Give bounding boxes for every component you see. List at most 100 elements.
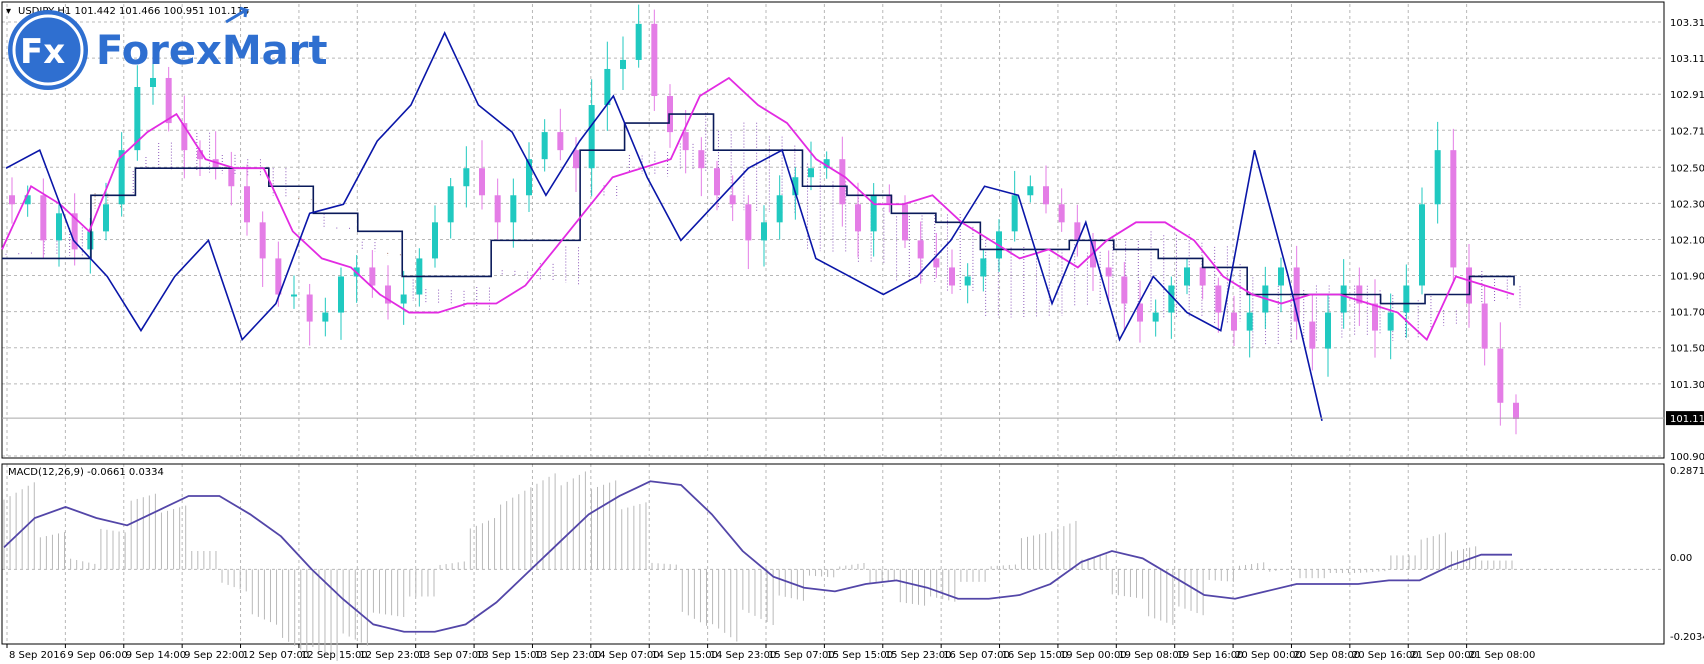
candle-bear (949, 267, 955, 286)
candle-bull (400, 294, 407, 304)
macd-label: MACD(12,26,9) -0.0661 0.0334 (8, 467, 164, 478)
candle-bull (447, 186, 454, 223)
y-tick-label: 101.905 (1670, 272, 1704, 283)
candle-bull (1246, 312, 1253, 331)
candle-bull (635, 23, 642, 60)
candle-bull (761, 222, 767, 241)
candle-bear (745, 204, 752, 241)
y-tick-label: 102.305 (1670, 199, 1704, 210)
candle-bear (855, 204, 861, 232)
candle-bear (1372, 303, 1378, 331)
y-tick-label: 102.105 (1670, 235, 1704, 246)
candle-bull (1403, 285, 1410, 313)
candle-bear (573, 150, 579, 169)
candle-bull (1152, 312, 1159, 322)
candle-bear (275, 258, 282, 295)
candle-bear (1105, 267, 1112, 277)
candle-bull (808, 168, 814, 178)
candle-bear (9, 195, 15, 205)
macd-axis-bottom: -0.2034 (1670, 632, 1704, 643)
y-tick-label: 103.310 (1670, 18, 1704, 29)
candle-bear (1497, 348, 1504, 403)
caret-icon[interactable]: ▾ (6, 6, 11, 17)
candle-bear (306, 294, 313, 322)
candle-bull (964, 276, 971, 286)
macd-axis-top: 0.2871 (1670, 466, 1704, 477)
candle-bull (150, 77, 156, 88)
candle-bear (165, 77, 172, 124)
candle-bear (839, 159, 846, 205)
candle-bull (1419, 204, 1425, 286)
candle-bear (651, 23, 658, 97)
candle-bull (1325, 312, 1331, 349)
candle-bear (698, 150, 705, 169)
x-tick-label: 13 Sep 07:00 (418, 650, 485, 661)
x-tick-label: 15 Sep 15:00 (826, 650, 893, 661)
y-tick-label: 101.305 (1670, 380, 1704, 391)
candle-bull (1278, 267, 1284, 286)
y-tick-label: 102.710 (1670, 126, 1704, 137)
x-tick-label: 19 Sep 00:00 (1060, 650, 1127, 661)
candle-bear (1121, 276, 1128, 304)
x-tick-label: 21 Sep 00:00 (1410, 650, 1477, 661)
candle-bull (604, 68, 611, 106)
x-tick-label: 15 Sep 07:00 (768, 650, 835, 661)
x-tick-label: 12 Sep 15:00 (301, 650, 368, 661)
candle-bear (259, 222, 266, 259)
candle-bear (1231, 312, 1237, 331)
y-tick-label: 101.705 (1670, 308, 1704, 319)
x-tick-label: 14 Sep 15:00 (651, 650, 718, 661)
candle-bull (1434, 150, 1441, 205)
x-tick-label: 16 Sep 15:00 (1002, 650, 1069, 661)
y-tick-label: 102.910 (1670, 90, 1704, 101)
candle-bull (980, 258, 987, 277)
candle-bear (1199, 267, 1206, 286)
candle-bear (917, 240, 924, 259)
candle-bull (620, 59, 626, 69)
chart-canvas: 101.115 103.310 103.110 102.910 102.710 102.… (0, 0, 1704, 664)
x-tick-label: 20 Sep 08:00 (1293, 650, 1360, 661)
candle-bear (1481, 303, 1488, 349)
x-tick-label: 20 Sep 16:00 (1352, 650, 1419, 661)
candle-bear (682, 132, 689, 151)
x-tick-label: 19 Sep 16:00 (1177, 650, 1244, 661)
y-tick-label: 102.505 (1670, 163, 1704, 174)
x-tick-label: 12 Sep 07:00 (243, 650, 310, 661)
candle-bull (588, 105, 595, 169)
x-tick-label: 15 Sep 23:00 (885, 650, 952, 661)
logo-text: ForexMart (96, 28, 327, 74)
macd-axis-zero: 0.00 (1670, 553, 1692, 564)
candle-bull (1184, 267, 1190, 286)
candle-bear (40, 195, 47, 241)
candle-bear (1215, 285, 1222, 313)
x-tick-label: 16 Sep 07:00 (943, 650, 1010, 661)
y-tick-label: 101.505 (1670, 344, 1704, 355)
candle-bear (1450, 150, 1457, 268)
x-tick-label: 19 Sep 08:00 (1118, 650, 1185, 661)
logo-mark: Fx (20, 32, 65, 72)
candle-bull (776, 195, 783, 223)
x-tick-label: 9 Sep 14:00 (126, 650, 186, 661)
candle-bear (479, 168, 485, 196)
x-tick-label: 21 Sep 08:00 (1469, 650, 1536, 661)
candle-bear (729, 195, 736, 205)
y-tick-label: 103.110 (1670, 54, 1704, 65)
candle-bear (244, 186, 250, 223)
x-tick-label: 20 Sep 00:00 (1235, 650, 1302, 661)
x-tick-label: 12 Sep 23:00 (359, 650, 426, 661)
candle-bear (1058, 204, 1065, 223)
candle-bull (463, 168, 470, 187)
x-tick-label: 13 Sep 15:00 (476, 650, 543, 661)
candle-bear (557, 132, 564, 151)
x-tick-label: 8 Sep 2016 (9, 650, 66, 661)
candle-bull (291, 294, 297, 297)
candle-bull (541, 132, 548, 160)
candle-bear (1513, 402, 1519, 420)
candle-bear (494, 195, 501, 223)
candle-bull (510, 195, 517, 223)
x-tick-label: 13 Sep 23:00 (534, 650, 601, 661)
last-price-label: 101.115 (1670, 414, 1704, 425)
x-tick-label: 14 Sep 23:00 (710, 650, 777, 661)
x-tick-label: 9 Sep 06:00 (67, 650, 127, 661)
candle-bull (1340, 285, 1347, 313)
